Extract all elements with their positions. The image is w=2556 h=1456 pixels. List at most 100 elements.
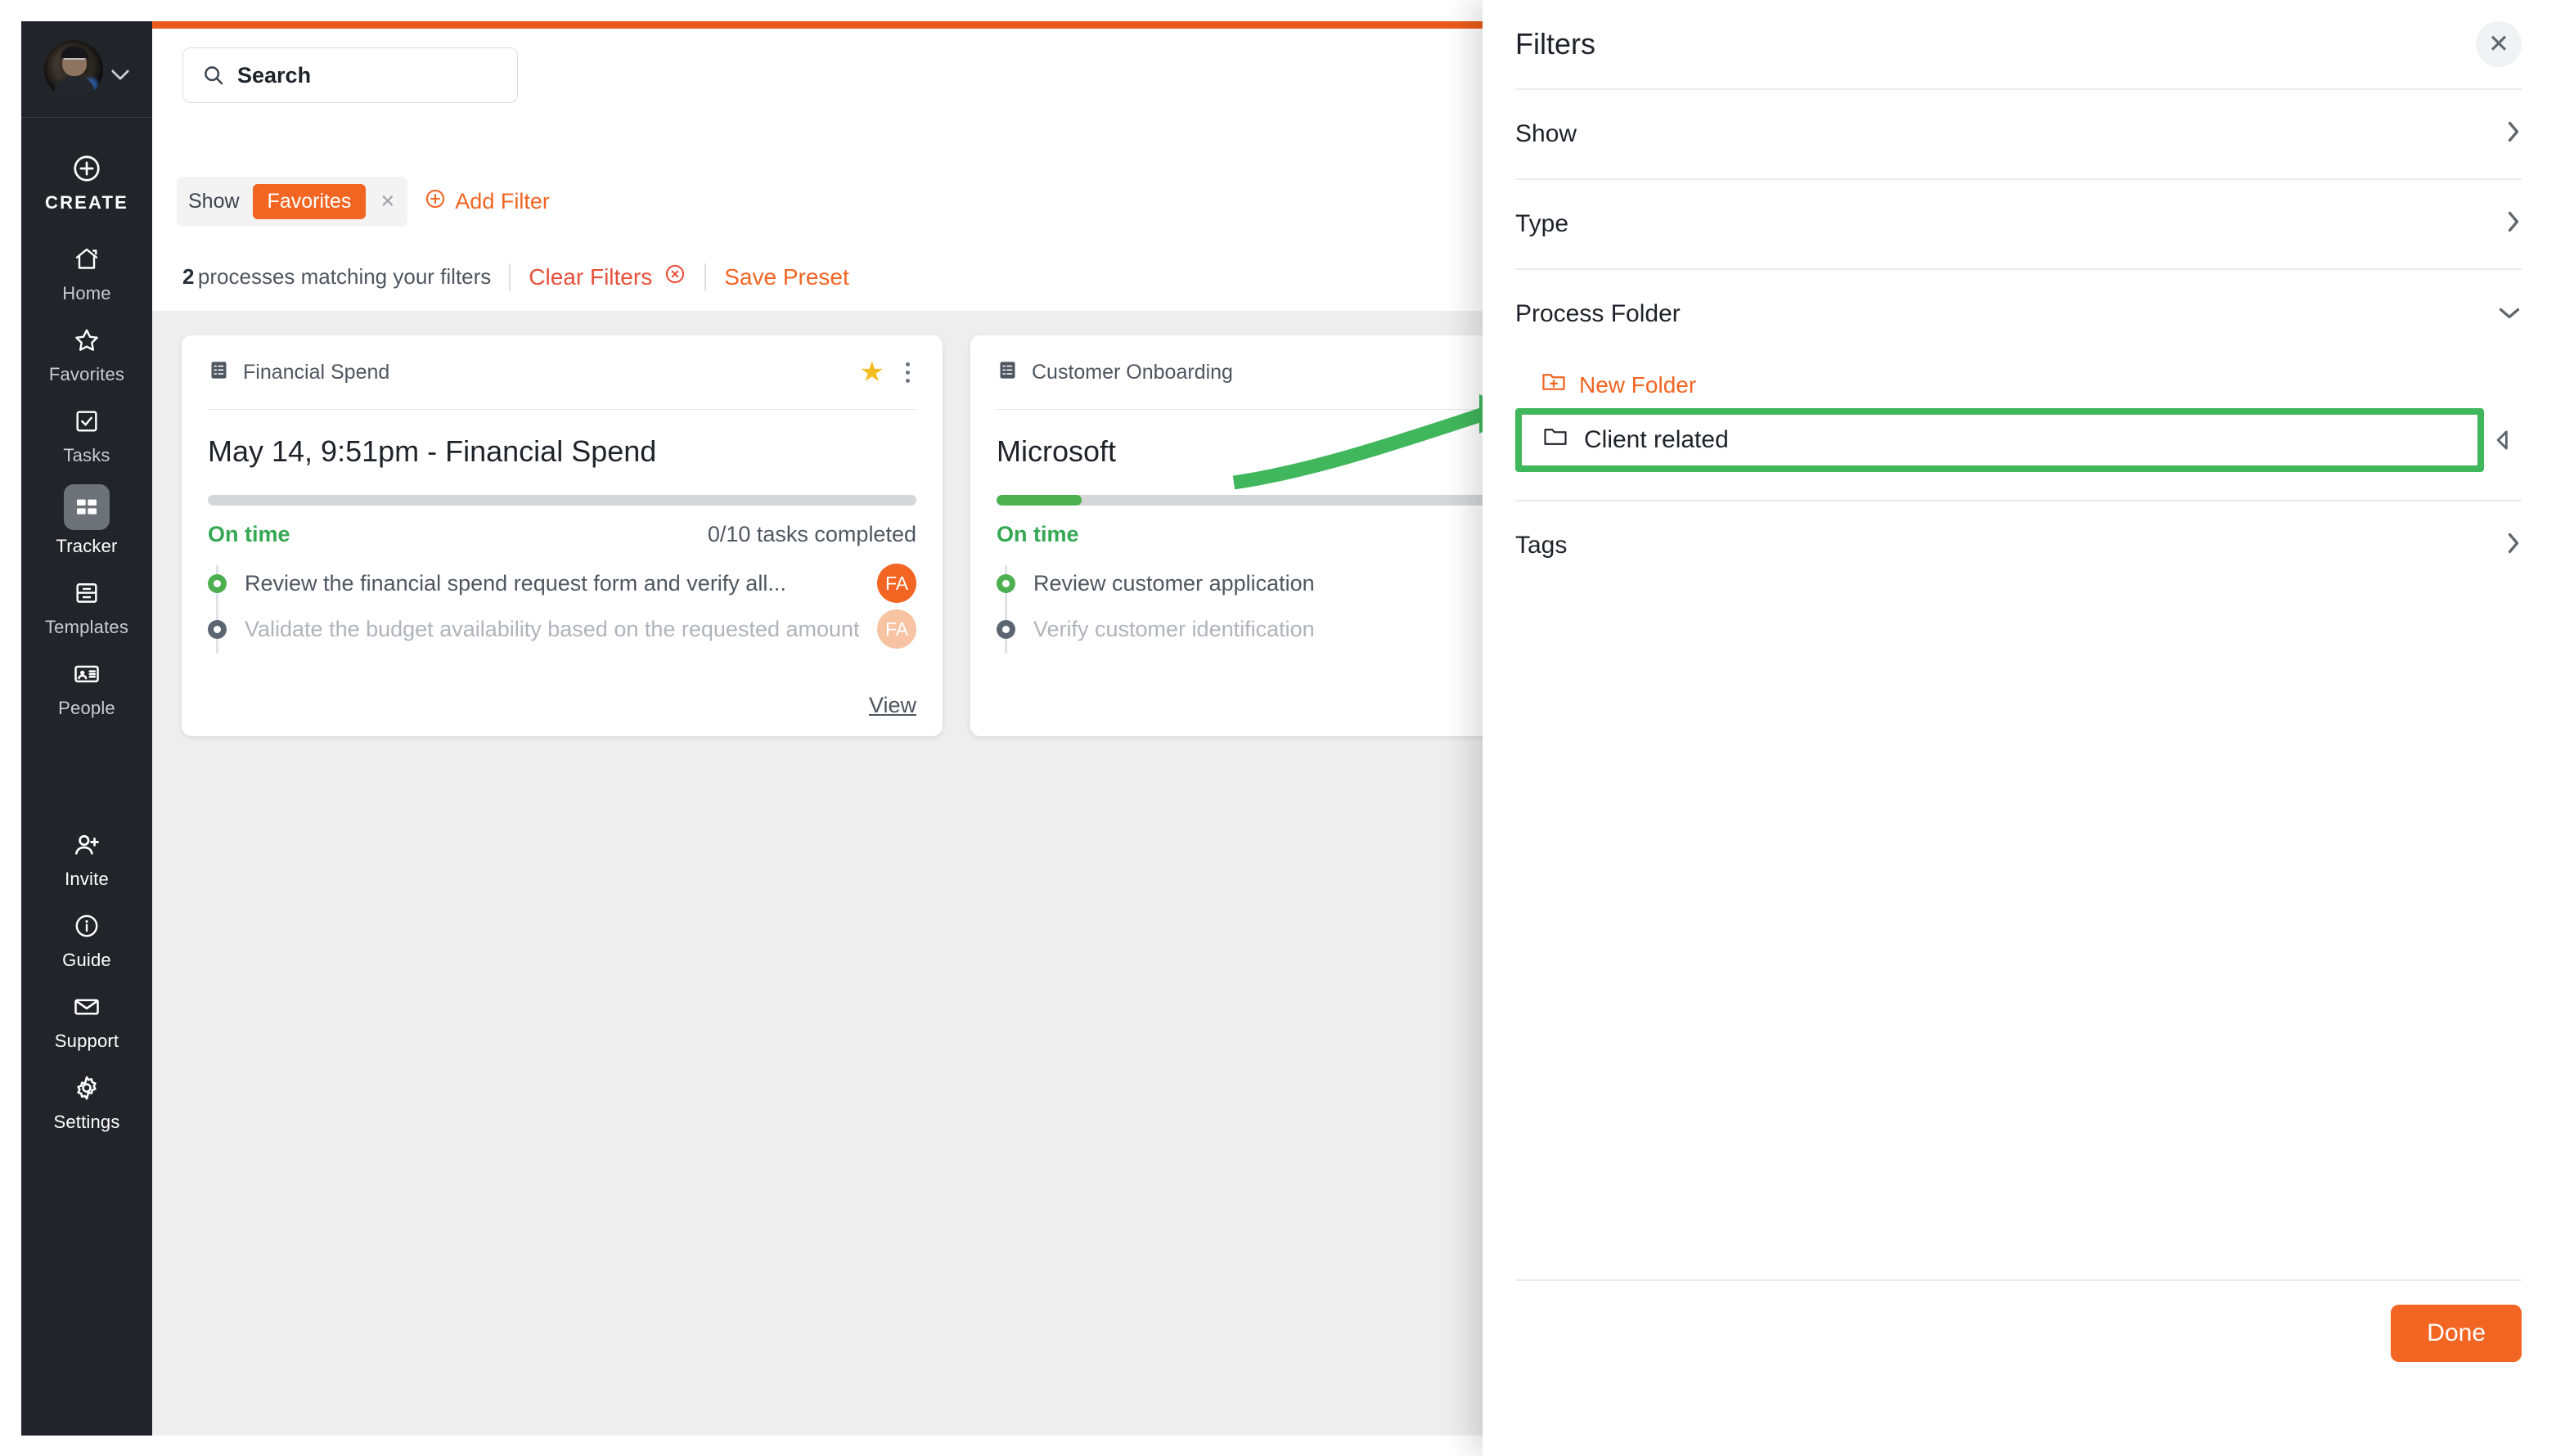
filter-section-type[interactable]: Type <box>1515 180 2522 268</box>
results-text: processes matching your filters <box>198 264 491 289</box>
add-filter-label: Add Filter <box>455 189 550 214</box>
chevron-down-icon[interactable] <box>111 61 129 79</box>
filters-panel: Filters ✕ Show Type Process Folder <box>1483 0 2556 1456</box>
gear-icon <box>69 1070 105 1106</box>
task-label: Review customer application <box>1033 571 1315 596</box>
task-row[interactable]: Review the financial spend request form … <box>208 560 916 606</box>
sidebar-item-label: Tasks <box>63 445 110 466</box>
circle-x-icon <box>664 263 686 291</box>
close-icon[interactable]: ✕ <box>2476 21 2522 67</box>
search-value: Search <box>237 63 311 88</box>
sidebar-item-label: People <box>58 698 115 719</box>
results-count: 2 <box>182 264 194 289</box>
task-status-dot <box>208 620 227 639</box>
filter-section-label: Tags <box>1515 532 1567 559</box>
sidebar-item-settings[interactable]: Settings <box>21 1060 152 1141</box>
sidebar-item-tracker[interactable]: Tracker <box>21 474 152 565</box>
done-button[interactable]: Done <box>2391 1305 2522 1362</box>
chevron-down-icon <box>2497 302 2522 326</box>
spacer <box>1515 472 2522 500</box>
left-sidebar: CREATE Home Favorites <box>21 21 152 1436</box>
triangle-left-icon[interactable] <box>2484 429 2522 451</box>
results-summary: 2 processes matching your filters Clear … <box>182 263 849 291</box>
card-status-row: On time 0/10 tasks completed <box>208 522 916 547</box>
filter-section-process-folder[interactable]: Process Folder <box>1515 270 2522 358</box>
star-filled-icon[interactable]: ★ <box>860 358 884 386</box>
filters-panel-body: Show Type Process Folder <box>1483 88 2556 590</box>
sidebar-item-label: Guide <box>62 950 111 971</box>
sidebar-item-label: Support <box>55 1031 119 1052</box>
highlight-box: Client related <box>1515 408 2484 472</box>
filters-panel-footer: Done <box>1515 1279 2522 1456</box>
info-circle-icon <box>69 908 105 944</box>
sidebar-item-label: Templates <box>45 617 128 638</box>
close-icon[interactable]: × <box>379 190 396 213</box>
sidebar-item-tasks[interactable]: Tasks <box>21 393 152 474</box>
filter-section-show[interactable]: Show <box>1515 90 2522 178</box>
sidebar-item-support[interactable]: Support <box>21 979 152 1060</box>
active-filters: Show Favorites × Add Filter <box>177 177 550 227</box>
divider <box>704 263 706 291</box>
contact-card-icon <box>69 656 105 692</box>
task-list: Review the financial spend request form … <box>208 560 916 652</box>
task-label: Validate the budget availability based o… <box>245 617 859 642</box>
process-list-icon <box>997 359 1019 385</box>
sidebar-item-label: Tracker <box>56 536 117 557</box>
card-header: Financial Spend ★ <box>208 335 916 409</box>
status-badge: On time <box>997 522 1079 547</box>
divider <box>509 263 511 291</box>
panel-title: Filters <box>1515 27 1595 61</box>
new-folder-button[interactable]: New Folder <box>1515 358 2522 408</box>
chevron-right-icon <box>2505 209 2522 239</box>
add-filter-button[interactable]: Add Filter <box>424 187 550 216</box>
card-title: May 14, 9:51pm - Financial Spend <box>208 410 916 469</box>
progress-fill <box>997 495 1082 506</box>
clear-filters-button[interactable]: Clear Filters <box>529 263 686 291</box>
filter-section-tags[interactable]: Tags <box>1515 501 2522 590</box>
filter-section-label: Process Folder <box>1515 300 1681 328</box>
card-process-type: Customer Onboarding <box>1032 361 1233 384</box>
chevron-right-icon <box>2505 119 2522 149</box>
progress-bar <box>208 495 916 506</box>
templates-icon <box>69 575 105 611</box>
sidebar-nav: CREATE Home Favorites <box>21 118 152 1141</box>
home-icon <box>69 241 105 277</box>
filter-chip-label: Show <box>188 190 240 213</box>
filter-chip-value[interactable]: Favorites <box>253 184 367 219</box>
avatar[interactable] <box>44 40 103 99</box>
avatar: FA <box>877 564 916 603</box>
filters-panel-header: Filters ✕ <box>1483 0 2556 88</box>
folder-label: Client related <box>1584 426 1729 454</box>
view-link[interactable]: View <box>869 693 916 718</box>
search-icon <box>201 63 226 88</box>
clear-filters-label: Clear Filters <box>529 264 652 290</box>
process-card[interactable]: Financial Spend ★ May 14, 9:51pm - Finan… <box>182 335 943 736</box>
sidebar-item-home[interactable]: Home <box>21 231 152 312</box>
folder-row: Client related <box>1515 408 2522 472</box>
sidebar-item-templates[interactable]: Templates <box>21 565 152 646</box>
sidebar-item-guide[interactable]: Guide <box>21 898 152 979</box>
sidebar-item-label: CREATE <box>45 192 128 213</box>
search-input[interactable]: Search <box>182 47 518 103</box>
card-process-type: Financial Spend <box>243 361 389 384</box>
folder-item-client-related[interactable]: Client related <box>1522 415 2477 465</box>
sidebar-item-create[interactable]: CREATE <box>21 141 152 222</box>
task-status-dot <box>208 574 227 593</box>
kebab-menu-icon[interactable] <box>899 359 916 386</box>
envelope-icon <box>69 989 105 1025</box>
filter-section-label: Show <box>1515 120 1577 148</box>
task-row[interactable]: Validate the budget availability based o… <box>208 606 916 652</box>
star-outline-icon <box>69 322 105 358</box>
profile-menu[interactable] <box>21 21 152 118</box>
sidebar-item-label: Favorites <box>49 364 124 385</box>
save-preset-button[interactable]: Save Preset <box>724 264 849 290</box>
filter-chip-show[interactable]: Show Favorites × <box>177 177 407 227</box>
sidebar-item-people[interactable]: People <box>21 646 152 727</box>
status-badge: On time <box>208 522 290 547</box>
task-status-dot <box>997 574 1015 593</box>
avatar: FA <box>877 609 916 649</box>
sidebar-item-invite[interactable]: Invite <box>21 817 152 898</box>
sidebar-item-favorites[interactable]: Favorites <box>21 312 152 393</box>
task-label: Review the financial spend request form … <box>245 571 786 596</box>
sidebar-item-label: Invite <box>65 869 109 890</box>
